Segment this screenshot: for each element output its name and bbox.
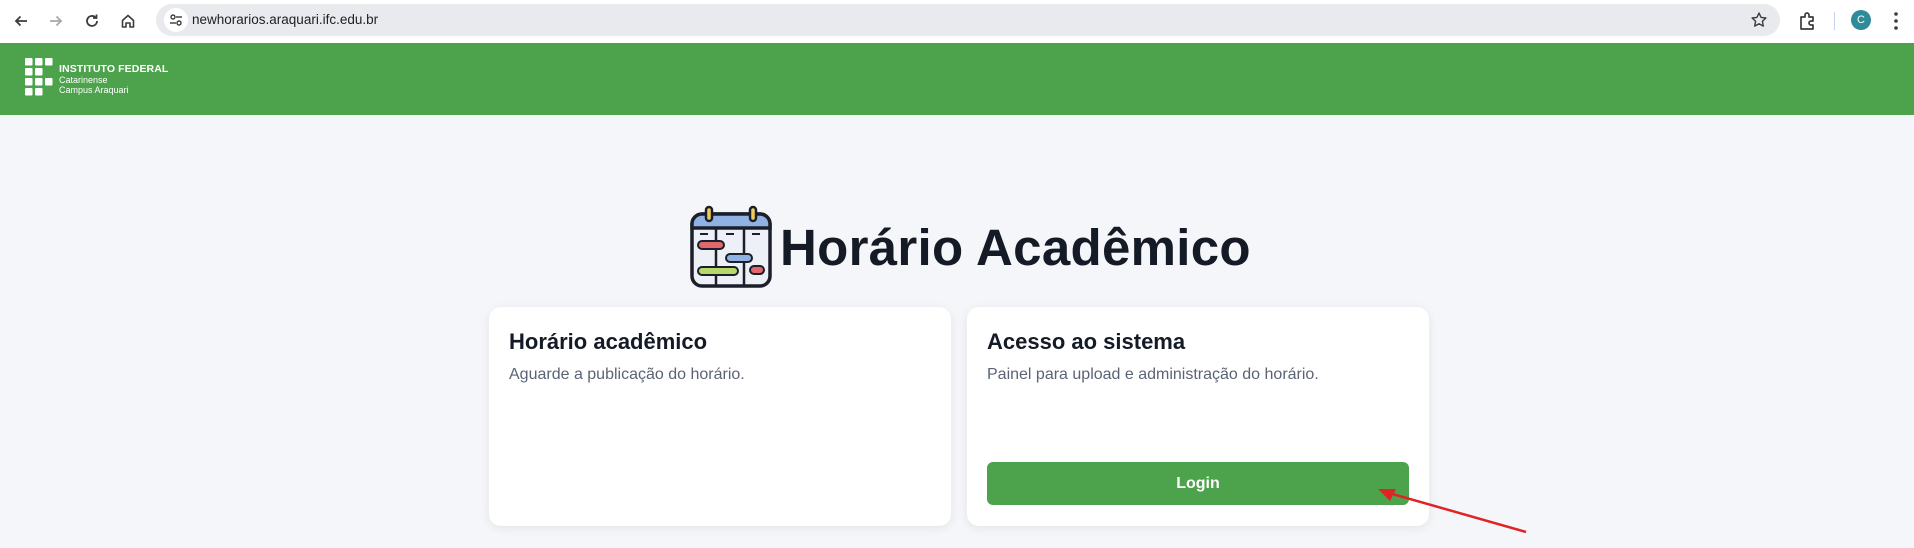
address-bar[interactable]: newhorarios.araquari.ifc.edu.br <box>156 4 1780 36</box>
access-card-title: Acesso ao sistema <box>987 329 1186 354</box>
institution-logo[interactable]: INSTITUTO FEDERAL Catarinense Campus Ara… <box>25 58 168 97</box>
schedule-card: Horário acadêmico Aguarde a publicação d… <box>489 307 951 526</box>
logo-subtitle: Catarinense <box>59 75 108 85</box>
forward-button[interactable] <box>43 8 69 34</box>
reload-button[interactable] <box>79 8 105 34</box>
menu-dots-icon[interactable] <box>1888 10 1904 32</box>
back-arrow-icon <box>14 15 27 27</box>
reload-icon <box>86 14 98 27</box>
url-text[interactable]: newhorarios.araquari.ifc.edu.br <box>192 4 378 36</box>
home-button[interactable] <box>115 8 141 34</box>
red-arrow-annotation-icon <box>1378 489 1527 534</box>
logo-text: INSTITUTO FEDERAL Catarinense Campus Ara… <box>59 63 168 95</box>
schedule-card-title: Horário acadêmico <box>509 329 708 354</box>
access-card: Acesso ao sistema Painel para upload e a… <box>967 307 1429 526</box>
home-icon <box>121 14 135 28</box>
site-settings-button[interactable] <box>164 8 188 32</box>
logo-campus: Campus Araquari <box>59 85 129 95</box>
site-header: INSTITUTO FEDERAL Catarinense Campus Ara… <box>0 43 1914 115</box>
page-title: Horário Acadêmico <box>780 218 1251 276</box>
access-card-description: Painel para upload e administração do ho… <box>987 366 1319 383</box>
forward-arrow-icon <box>50 15 63 27</box>
page-heading: Horário Acadêmico <box>688 204 1251 290</box>
extensions-icon[interactable] <box>1796 9 1820 33</box>
back-button[interactable] <box>8 8 34 34</box>
bookmark-star-icon[interactable] <box>1750 11 1768 29</box>
browser-toolbar: newhorarios.araquari.ifc.edu.br C <box>0 0 1914 44</box>
profile-avatar[interactable]: C <box>1851 10 1871 30</box>
if-logo-mark-icon <box>25 58 53 96</box>
logo-title: INSTITUTO FEDERAL <box>59 63 169 75</box>
toolbar-divider <box>1834 12 1835 30</box>
calendar-schedule-icon <box>690 205 772 288</box>
site-settings-icon <box>170 14 182 26</box>
login-button[interactable]: Login <box>987 462 1409 505</box>
schedule-card-description: Aguarde a publicação do horário. <box>509 366 745 383</box>
